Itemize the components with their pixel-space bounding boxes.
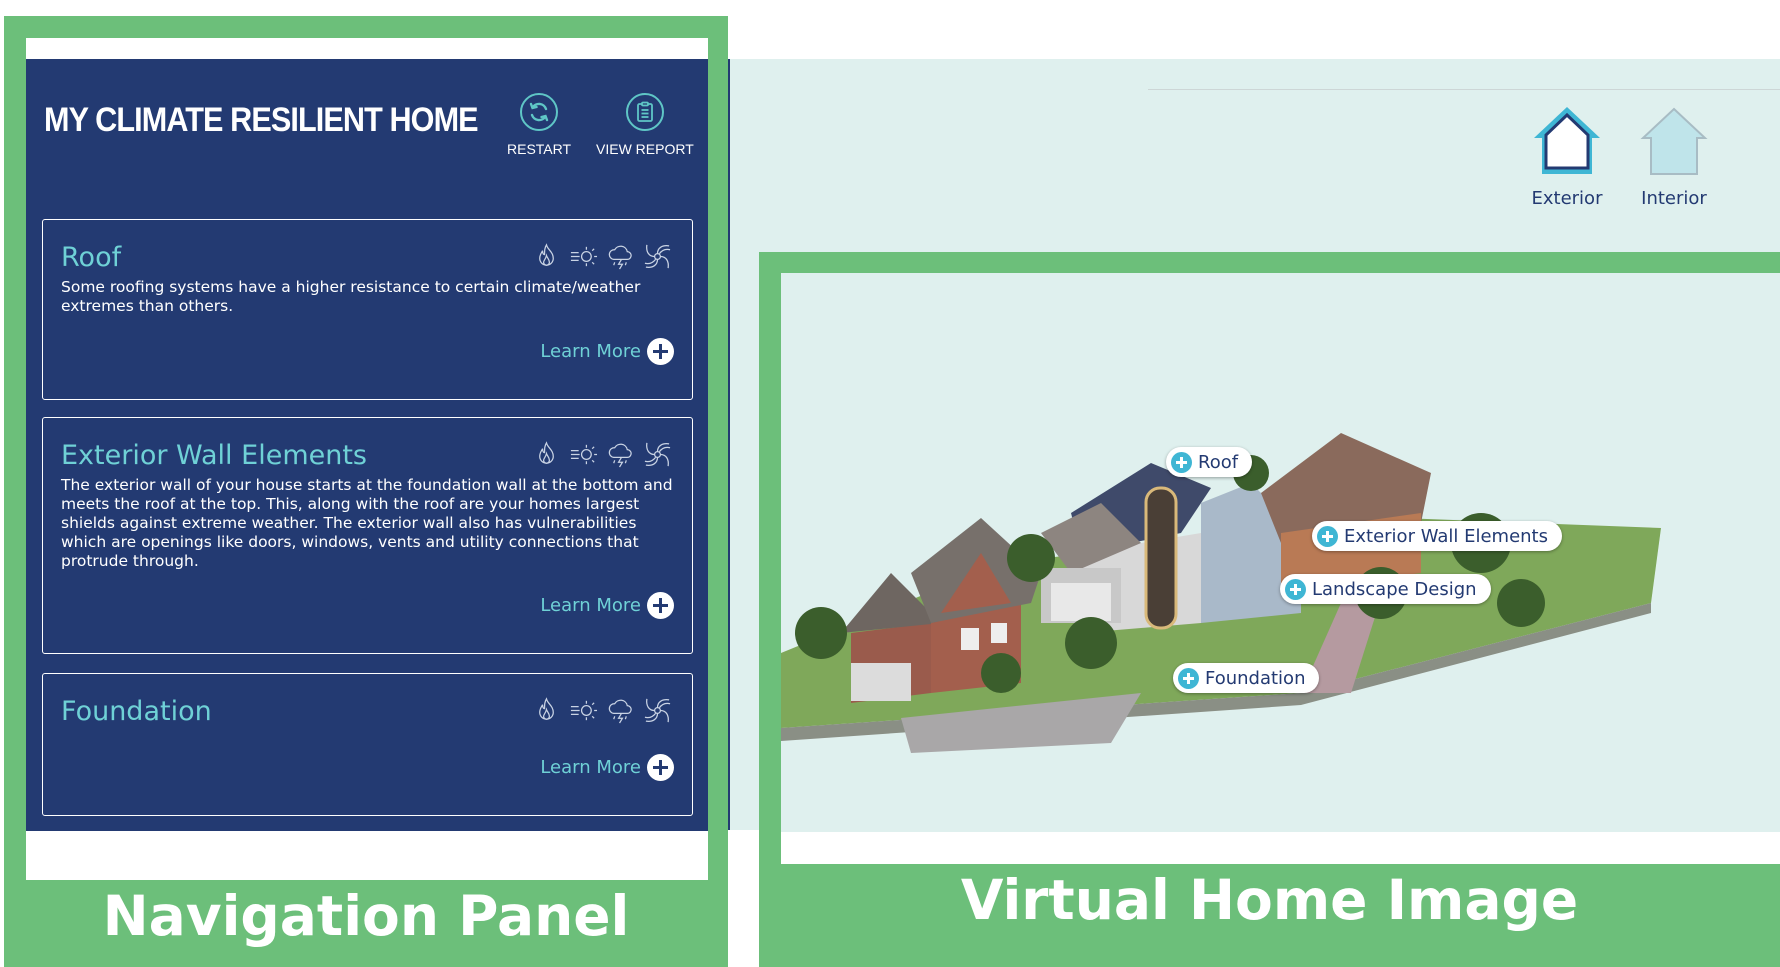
exterior-wall-hotspot[interactable]: Exterior Wall Elements bbox=[1312, 521, 1562, 551]
header-rule bbox=[1148, 89, 1780, 90]
interior-house-icon bbox=[1637, 104, 1711, 182]
wildfire-icon bbox=[532, 696, 561, 725]
plus-icon bbox=[1178, 667, 1199, 689]
plus-icon bbox=[647, 592, 674, 619]
virtual-home-container: Roof Exterior Wall Elements Landscape De… bbox=[781, 273, 1780, 864]
interior-view-button[interactable]: Interior bbox=[1629, 104, 1719, 209]
roof-card: Roof Some roofing systems have a higher … bbox=[42, 219, 693, 400]
hazard-icons bbox=[532, 440, 672, 469]
hotspot-label: Landscape Design bbox=[1312, 578, 1477, 600]
restart-button[interactable]: RESTART bbox=[507, 93, 571, 157]
plus-icon bbox=[1317, 525, 1338, 547]
roof-learn-more-button[interactable]: Learn More bbox=[540, 338, 674, 365]
navigation-panel: MY CLIMATE RESILIENT HOME RESTART VIEW R… bbox=[26, 59, 708, 831]
heat-icon bbox=[569, 440, 598, 469]
learn-more-label: Learn More bbox=[540, 341, 641, 362]
storm-icon bbox=[606, 440, 635, 469]
card-title: Foundation bbox=[61, 696, 212, 727]
hotspot-label: Exterior Wall Elements bbox=[1344, 525, 1548, 547]
card-description: The exterior wall of your house starts a… bbox=[61, 476, 673, 570]
plus-icon bbox=[647, 754, 674, 781]
interior-label: Interior bbox=[1641, 188, 1707, 209]
restart-label: RESTART bbox=[507, 141, 572, 157]
card-description: Some roofing systems have a higher resis… bbox=[61, 278, 641, 315]
plus-icon bbox=[647, 338, 674, 365]
hazard-icons bbox=[532, 242, 672, 271]
house-illustration bbox=[781, 433, 1661, 753]
exterior-view-button[interactable]: Exterior bbox=[1522, 104, 1612, 209]
heat-icon bbox=[569, 696, 598, 725]
exterior-wall-card: Exterior Wall Elements The exterior wall… bbox=[42, 417, 693, 654]
navigation-panel-container: MY CLIMATE RESILIENT HOME RESTART VIEW R… bbox=[26, 38, 708, 880]
hazard-icons bbox=[532, 696, 672, 725]
view-report-button[interactable]: VIEW REPORT bbox=[596, 93, 694, 157]
hurricane-icon bbox=[643, 696, 672, 725]
card-title: Roof bbox=[61, 242, 122, 273]
clipboard-icon bbox=[625, 93, 664, 131]
foundation-learn-more-button[interactable]: Learn More bbox=[540, 754, 674, 781]
landscape-design-hotspot[interactable]: Landscape Design bbox=[1280, 574, 1491, 604]
view-report-label: VIEW REPORT bbox=[596, 141, 694, 157]
panel-divider bbox=[728, 59, 730, 830]
storm-icon bbox=[606, 242, 635, 271]
plus-icon bbox=[1285, 578, 1306, 600]
hurricane-icon bbox=[643, 440, 672, 469]
foundation-hotspot[interactable]: Foundation bbox=[1173, 663, 1320, 693]
hurricane-icon bbox=[643, 242, 672, 271]
virtual-home-scene: Roof Exterior Wall Elements Landscape De… bbox=[781, 273, 1780, 832]
learn-more-label: Learn More bbox=[540, 595, 641, 616]
virtual-home-frame: Roof Exterior Wall Elements Landscape De… bbox=[759, 252, 1780, 967]
wildfire-icon bbox=[532, 242, 561, 271]
restart-icon bbox=[520, 93, 559, 131]
virtual-home-caption: Virtual Home Image bbox=[960, 868, 1579, 932]
hotspot-label: Foundation bbox=[1205, 667, 1306, 689]
plus-icon bbox=[1171, 451, 1192, 473]
exterior-wall-learn-more-button[interactable]: Learn More bbox=[540, 592, 674, 619]
heat-icon bbox=[569, 242, 598, 271]
navigation-panel-caption: Navigation Panel bbox=[102, 884, 630, 948]
exterior-house-icon bbox=[1530, 104, 1604, 182]
foundation-card: Foundation Learn More bbox=[42, 673, 693, 816]
navigation-panel-frame: MY CLIMATE RESILIENT HOME RESTART VIEW R… bbox=[4, 16, 728, 967]
storm-icon bbox=[606, 696, 635, 725]
learn-more-label: Learn More bbox=[540, 757, 641, 778]
card-title: Exterior Wall Elements bbox=[61, 440, 367, 471]
hotspot-label: Roof bbox=[1198, 451, 1239, 473]
wildfire-icon bbox=[532, 440, 561, 469]
app-title: MY CLIMATE RESILIENT HOME bbox=[44, 101, 479, 139]
roof-hotspot[interactable]: Roof bbox=[1166, 447, 1253, 477]
exterior-label: Exterior bbox=[1531, 188, 1603, 209]
